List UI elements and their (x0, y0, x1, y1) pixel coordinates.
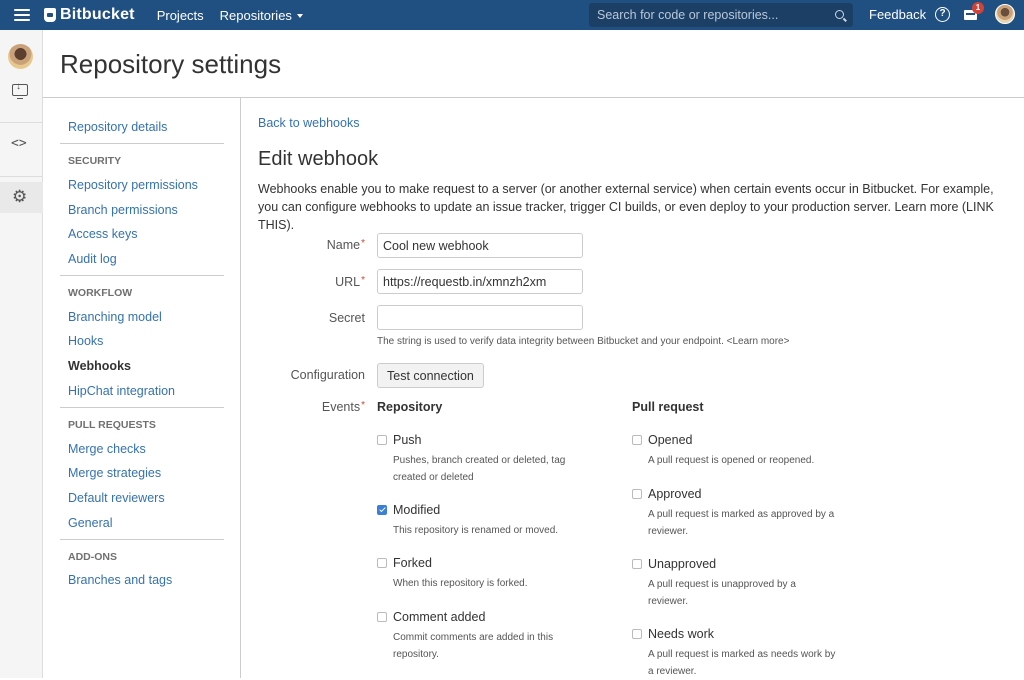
sidebar-item-branches-and-tags[interactable]: Branches and tags (68, 573, 172, 587)
bitbucket-logo[interactable]: Bitbucket (44, 6, 135, 24)
sidebar-heading-pull-requests: PULL REQUESTS (68, 419, 156, 431)
required-marker: * (361, 275, 365, 286)
needs-work-checkbox[interactable] (632, 629, 642, 639)
sidebar-heading-security: SECURITY (68, 155, 122, 167)
sidebar-heading-add-ons: ADD-ONS (68, 551, 117, 563)
push-checkbox[interactable] (377, 435, 387, 445)
settings-sidebar: Repository details SECURITY Repository p… (43, 98, 241, 678)
forked-checkbox[interactable] (377, 558, 387, 568)
opened-checkbox[interactable] (632, 435, 642, 445)
event-label[interactable]: Approved (648, 487, 702, 501)
pull-request-events-heading: Pull request (632, 400, 704, 414)
required-marker: * (361, 238, 365, 249)
sidebar-item-merge-checks[interactable]: Merge checks (68, 442, 146, 456)
search-input[interactable] (597, 8, 822, 22)
repository-sidebar-rail: <> ⚙ (0, 30, 43, 678)
secret-label: Secret (328, 311, 365, 325)
name-label-text: Name (326, 238, 361, 252)
search-box (589, 3, 853, 27)
webhook-description: Webhooks enable you to make request to a… (258, 182, 994, 232)
test-connection-button[interactable]: Test connection (377, 363, 484, 388)
sidebar-item-repository-details[interactable]: Repository details (68, 120, 167, 134)
event-label[interactable]: Push (393, 433, 422, 447)
brand-name: Bitbucket (60, 6, 135, 23)
nav-repositories-label: Repositories (219, 7, 292, 23)
events-label: Events* (322, 400, 365, 414)
search-icon[interactable] (835, 10, 844, 19)
url-field[interactable] (377, 269, 583, 294)
sidebar-item-default-reviewers[interactable]: Default reviewers (68, 491, 165, 505)
event-description: A pull request is marked as approved by … (648, 509, 835, 537)
sidebar-item-repository-permissions[interactable]: Repository permissions (68, 178, 198, 192)
event-description: A pull request is opened or reopened. (648, 455, 815, 466)
event-description: A pull request is marked as needs work b… (648, 649, 836, 677)
user-avatar[interactable] (995, 4, 1015, 24)
rail-divider (0, 122, 43, 123)
back-to-webhooks-link[interactable]: Back to webhooks (258, 116, 359, 130)
configuration-label: Configuration (290, 368, 365, 382)
sidebar-item-general[interactable]: General (68, 516, 112, 530)
event-label[interactable]: Modified (393, 503, 440, 517)
name-field[interactable] (377, 233, 583, 258)
event-label[interactable]: Comment added (393, 610, 485, 624)
event-label[interactable]: Needs work (648, 627, 714, 641)
bitbucket-bucket-icon (44, 8, 56, 22)
event-description: This repository is renamed or moved. (393, 525, 559, 536)
nav-projects[interactable]: Projects (157, 8, 204, 23)
secret-hint: The string is used to verify data integr… (377, 336, 790, 347)
event-label[interactable]: Opened (648, 433, 692, 447)
source-code-icon[interactable]: <> (11, 136, 27, 151)
event-label[interactable]: Forked (393, 556, 432, 570)
chevron-down-icon (296, 14, 303, 19)
gear-icon: ⚙ (12, 187, 28, 206)
sidebar-item-webhooks[interactable]: Webhooks (68, 359, 131, 373)
sidebar-divider (60, 143, 224, 144)
sidebar-item-audit-log[interactable]: Audit log (68, 252, 117, 266)
clone-icon[interactable] (12, 81, 28, 99)
url-label: URL* (335, 275, 365, 289)
sidebar-divider (60, 275, 224, 276)
help-icon[interactable]: ? (935, 7, 950, 22)
event-description: Pushes, branch created or deleted, tag c… (393, 455, 566, 483)
repository-events-heading: Repository (377, 400, 443, 414)
page-title: Repository settings (60, 49, 282, 79)
sidebar-item-branch-permissions[interactable]: Branch permissions (68, 203, 178, 217)
sidebar-item-access-keys[interactable]: Access keys (68, 227, 137, 241)
required-marker: * (361, 400, 365, 411)
main-content: Back to webhooks Edit webhook Webhooks e… (241, 98, 1024, 678)
sidebar-divider (60, 539, 224, 540)
rail-divider (0, 176, 43, 177)
section-title: Edit webhook (258, 148, 379, 170)
modified-checkbox[interactable] (377, 505, 387, 515)
approved-checkbox[interactable] (632, 489, 642, 499)
event-description: Commit comments are added in this reposi… (393, 632, 554, 660)
sidebar-item-merge-strategies[interactable]: Merge strategies (68, 466, 161, 480)
secret-field[interactable] (377, 305, 583, 330)
top-navigation-bar: Bitbucket Projects Repositories Feedback… (0, 0, 1024, 30)
menu-icon[interactable] (14, 9, 30, 21)
unapproved-checkbox[interactable] (632, 559, 642, 569)
event-label[interactable]: Unapproved (648, 557, 716, 571)
event-description: A pull request is unapproved by a review… (648, 579, 796, 607)
sidebar-heading-workflow: WORKFLOW (68, 287, 133, 299)
sidebar-item-branching-model[interactable]: Branching model (68, 310, 162, 324)
feedback-link[interactable]: Feedback (869, 7, 926, 22)
sidebar-item-hipchat-integration[interactable]: HipChat integration (68, 384, 175, 398)
comment-added-checkbox[interactable] (377, 612, 387, 622)
name-label: Name* (327, 238, 365, 252)
sidebar-item-hooks[interactable]: Hooks (68, 334, 103, 348)
repository-avatar[interactable] (8, 44, 33, 69)
url-label-text: URL (335, 275, 361, 289)
notification-badge: 1 (972, 2, 984, 14)
nav-repositories[interactable]: Repositories (220, 8, 303, 23)
event-description: When this repository is forked. (393, 578, 528, 589)
events-label-text: Events (321, 400, 361, 414)
settings-rail-item[interactable]: ⚙ (0, 182, 43, 213)
page-header: Repository settings (43, 30, 1024, 98)
sidebar-divider (60, 407, 224, 408)
